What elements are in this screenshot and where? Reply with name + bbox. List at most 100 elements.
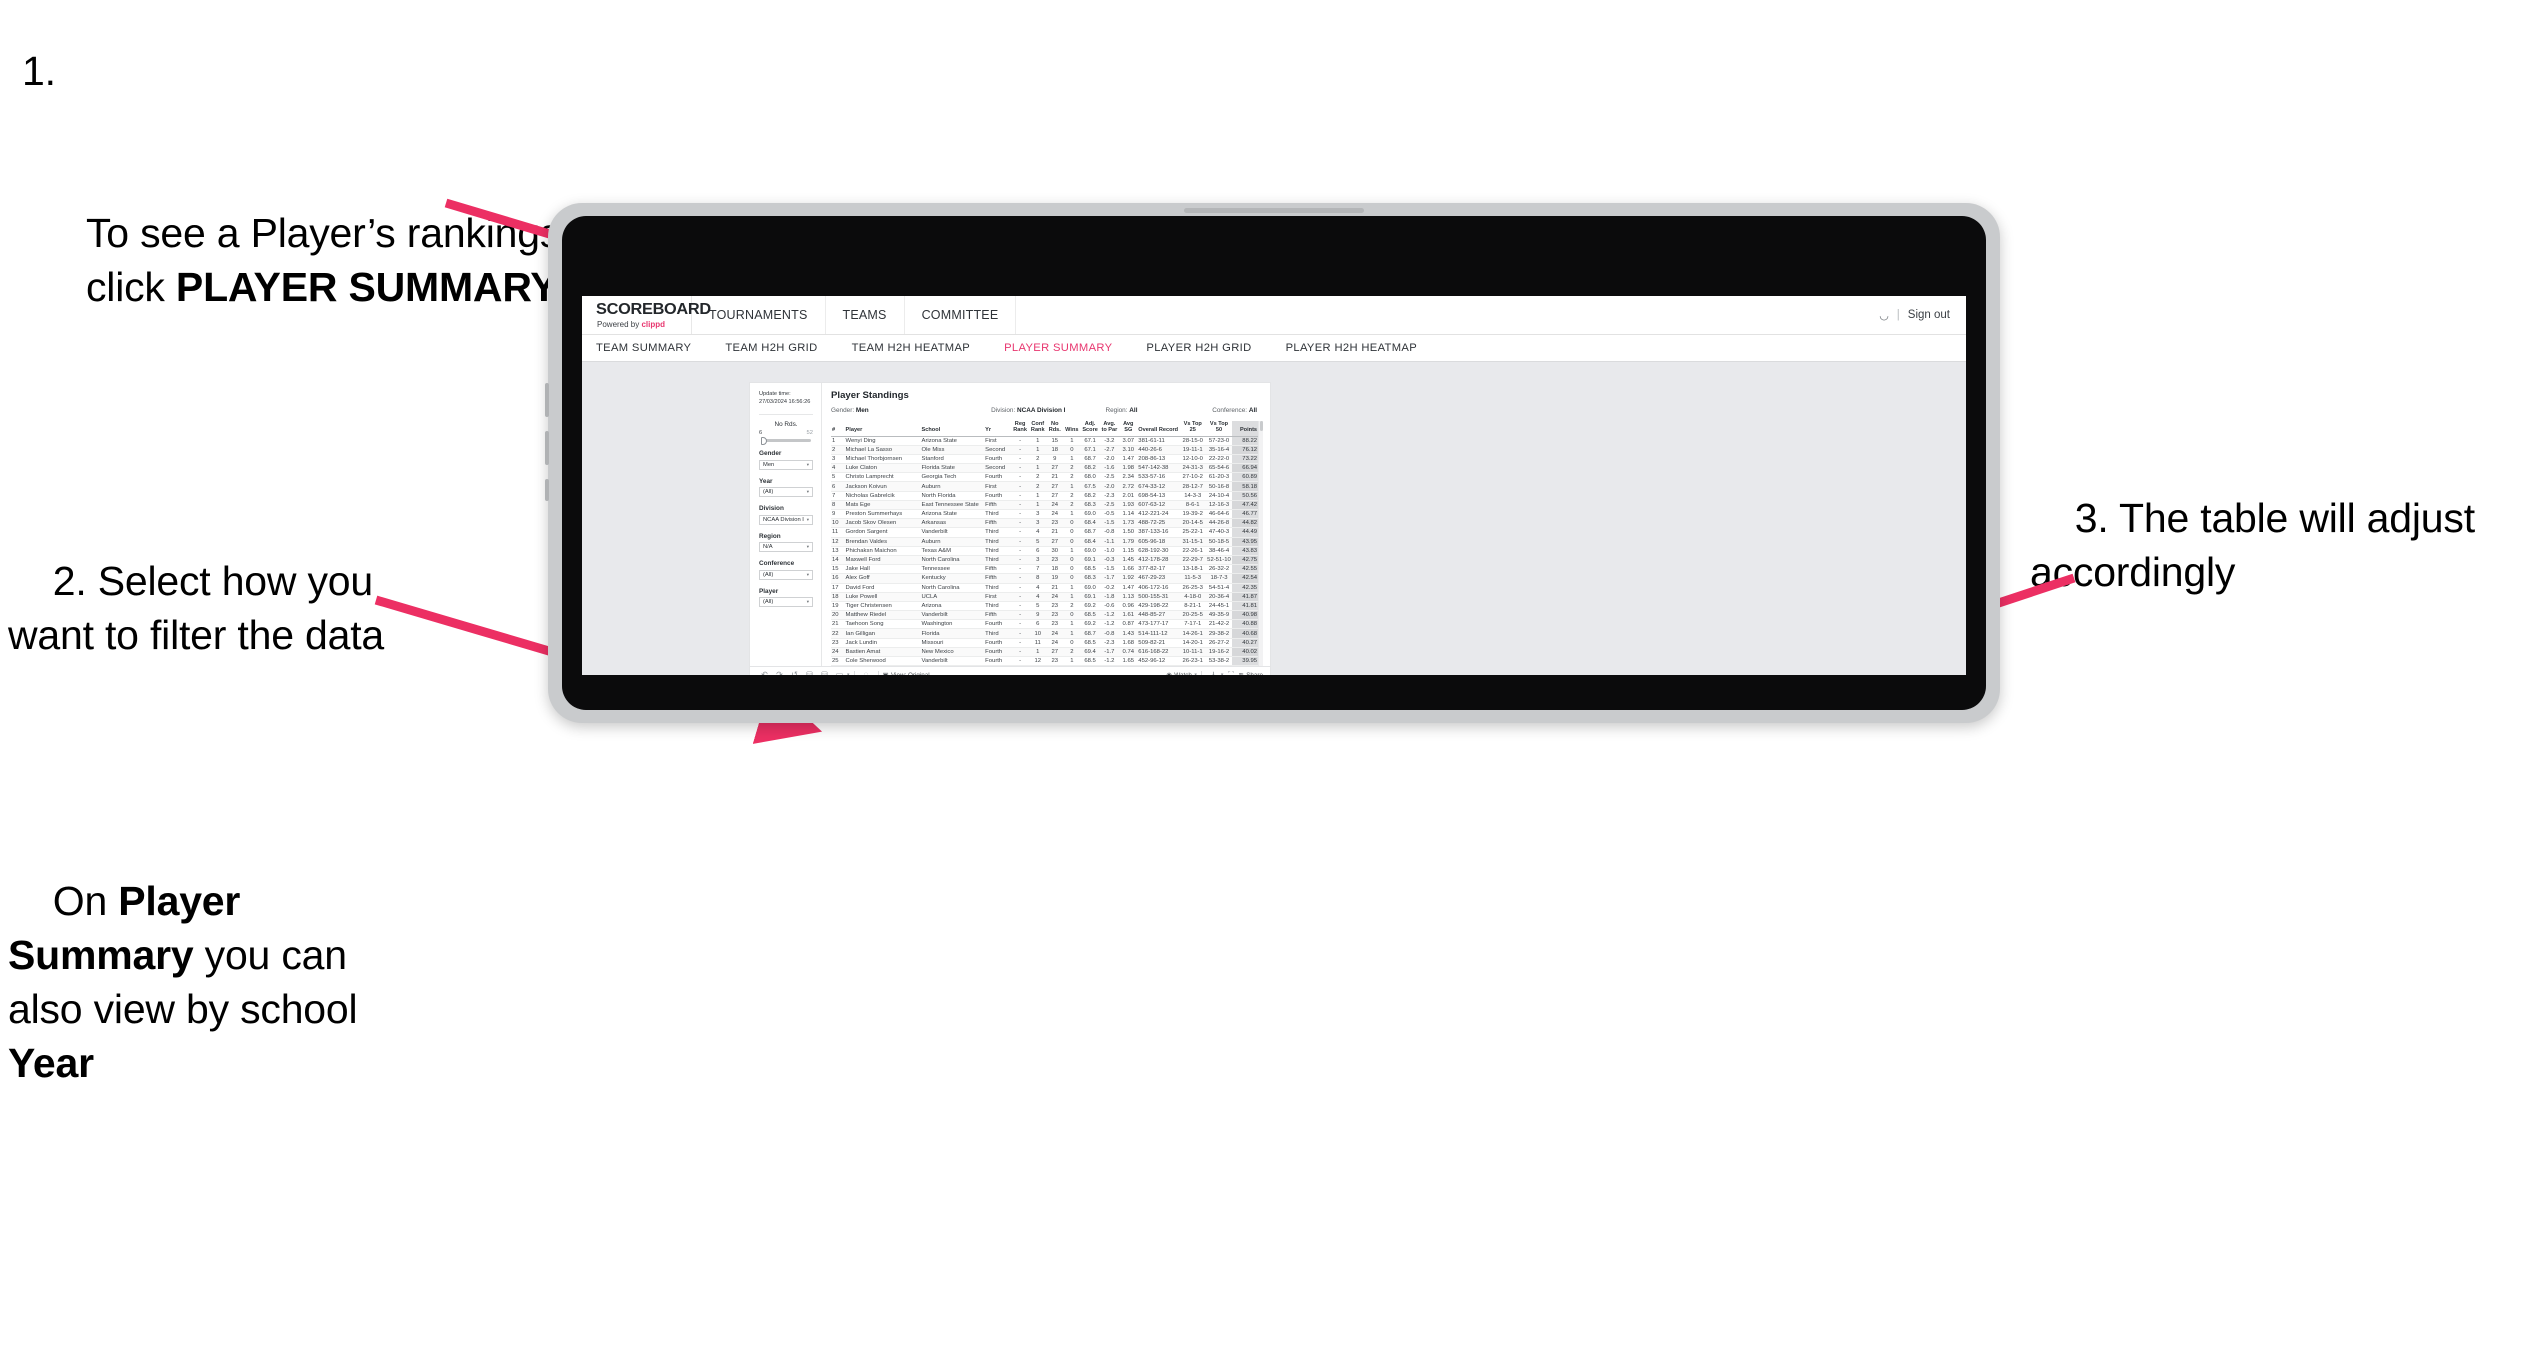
filter-conference-select[interactable]: (All) ▾ (759, 569, 813, 580)
cell-vs-top-50: 19-16-2 (1205, 647, 1233, 658)
refresh-icon[interactable]: ⛁ (802, 671, 817, 676)
table-row[interactable]: 6 Jackson Koivun Auburn First -2 27 1 67.5 -2.0 2… (831, 481, 1259, 492)
slider-track[interactable] (761, 436, 811, 445)
redo-icon[interactable]: ↷ (772, 671, 787, 676)
col-adj-score[interactable]: Adj. Score (1080, 421, 1100, 437)
account-icon[interactable]: ◡ (1879, 309, 1889, 322)
table-row[interactable]: 17 David Ford North Carolina Third -4 21 1 69.0… (831, 583, 1259, 593)
col-player[interactable]: Player (844, 421, 921, 437)
table-row[interactable]: 24 Bastien Amat New Mexico Fourth -1 27 2 69.4-… (831, 647, 1259, 658)
chevron-down-icon: ▾ (806, 516, 809, 522)
cell-adj-score: 68.5 (1080, 564, 1100, 575)
table-row[interactable]: 1 Wenyi Ding Arizona State First -1 15 1 67.1 -3… (831, 436, 1259, 446)
table-scrollbar-thumb[interactable] (1259, 421, 1264, 431)
table-row[interactable]: 9 Preston Summerhays Arizona State Third -3 2… (831, 509, 1259, 520)
col-rank[interactable]: # (831, 421, 845, 437)
col-no-rds[interactable]: No Rds. (1046, 421, 1063, 437)
cell-vs-top-50: 38-46-4 (1205, 546, 1233, 556)
filter-division-select[interactable]: NCAA Division I ▾ (759, 514, 813, 525)
table-row[interactable]: 15 Jake Hall Tennessee Fifth -7 18 0 68.5 -1.5 1.… (831, 564, 1259, 575)
table-row[interactable]: 25 Cole Sherwood Vanderbilt Fourth -12 23 1 68.… (831, 656, 1259, 667)
cell-vs-top-25: 26-23-1 (1179, 656, 1206, 667)
table-row[interactable]: 4 Luke Claton Florida State Second -1 27 2 68.2… (831, 463, 1259, 474)
device-layout-icon[interactable]: ▭ (832, 671, 847, 676)
table-row[interactable]: 16 Alex Goff Kentucky Fifth -8 19 0 68.3 -1.7 1.9… (831, 573, 1259, 584)
table-row[interactable]: 23 Jack Lundin Missouri Fourth -11 24 0 68.5 -2.… (831, 638, 1259, 648)
col-wins[interactable]: Wins (1063, 421, 1081, 437)
table-scrollbar[interactable] (1258, 421, 1264, 666)
sheet-body: Update time: 27/03/2024 16:56:26 No Rds.… (750, 383, 1270, 675)
table-row[interactable]: 3 Michael Thorbjornsen Stanford Fourth -2 9 1 6… (831, 454, 1259, 465)
nav-tab-committee[interactable]: COMMITTEE (905, 296, 1017, 334)
col-avg-sg[interactable]: Avg SG (1119, 421, 1138, 437)
col-points[interactable]: Points (1232, 421, 1259, 437)
cell-points: 41.87 (1232, 592, 1259, 602)
table-row[interactable]: 7 Nicholas Gabrelcik North Florida Fourth -1… (831, 491, 1259, 501)
cell-no-rds: 23 (1046, 601, 1063, 612)
cell-rank: 22 (831, 628, 845, 639)
cell-vs-top-50: 49-35-9 (1205, 610, 1233, 621)
cell-player: Mats Ege (844, 500, 921, 511)
table-row[interactable]: 2 Michael La Sasso Ole Miss Second -1 18 0 67.1… (831, 445, 1259, 455)
cell-school: Arizona State (920, 436, 985, 446)
table-row[interactable]: 19 Tiger Christensen Arizona Third -5 23 2 69.2… (831, 601, 1259, 612)
cell-adj-score: 69.0 (1080, 546, 1100, 556)
col-overall-record[interactable]: Overall Record (1137, 421, 1180, 437)
filter-year-select[interactable]: (All) ▾ (759, 487, 813, 498)
cell-school: Georgia Tech (920, 472, 985, 483)
view-original-button[interactable]: ▣ View: Original (883, 672, 930, 676)
table-row[interactable]: 20 Matthew Riedel Vanderbilt Fifth -9 23 0 68.5… (831, 610, 1259, 621)
cell-rank: 19 (831, 601, 845, 612)
col-yr[interactable]: Yr (984, 421, 1012, 437)
table-row[interactable]: 5 Christo Lamprecht Georgia Tech Fourth -2 21… (831, 472, 1259, 483)
globe-icon[interactable]: ◌ (859, 671, 874, 676)
nav-tab-tournaments[interactable]: TOURNAMENTS (692, 296, 826, 334)
cell-avg-sg: 1.66 (1119, 564, 1138, 575)
tab-player-summary[interactable]: PLAYER SUMMARY (987, 342, 1129, 354)
table-row[interactable]: 10 Jacob Skov Olesen Arkansas Fifth -3 23 0 68.… (831, 518, 1259, 529)
cell-rank: 25 (831, 656, 845, 667)
table-row[interactable]: 21 Taehoon Song Washington Fourth -6 23 1 69.2-… (831, 619, 1259, 630)
col-vs-top-50[interactable]: Vs Top 50 (1205, 421, 1233, 437)
filter-gender-select[interactable]: Men ▾ (759, 459, 813, 470)
slider-handle[interactable] (761, 436, 767, 445)
pause-icon[interactable]: ⛁ (817, 671, 832, 676)
cell-avg-sg: 3.07 (1119, 436, 1138, 446)
download-icon[interactable]: ⭳ (1206, 671, 1221, 676)
tab-team-h2h-heatmap[interactable]: TEAM H2H HEATMAP (835, 342, 988, 354)
tab-player-h2h-heatmap[interactable]: PLAYER H2H HEATMAP (1269, 342, 1434, 354)
cell-adj-score: 69.1 (1080, 592, 1100, 602)
undo-icon[interactable]: ↶ (757, 671, 772, 676)
filter-region-select[interactable]: N/A ▾ (759, 542, 813, 553)
sign-out-link[interactable]: Sign out (1908, 309, 1950, 321)
cell-avg-to-par: -0.8 (1099, 527, 1120, 538)
table-row[interactable]: 14 Maxwell Ford North Carolina Third -3 23 0 69… (831, 555, 1259, 566)
table-row[interactable]: 12 Brendan Valdes Auburn Third -5 27 0 68.4 -1.1… (831, 537, 1259, 547)
tab-player-h2h-grid[interactable]: PLAYER H2H GRID (1129, 342, 1268, 354)
filter-year-label: Year (759, 477, 773, 485)
cell-adj-score: 68.3 (1080, 573, 1100, 584)
tab-team-h2h-grid[interactable]: TEAM H2H GRID (708, 342, 834, 354)
filter-region: Region N/A ▾ (759, 533, 813, 553)
table-row[interactable]: 11 Gordon Sargent Vanderbilt Third -4 21 0 68.7… (831, 527, 1259, 538)
col-vs-top-25[interactable]: Vs Top 25 (1179, 421, 1206, 437)
table-row[interactable]: 8 Mats Ege East Tennessee State Fifth -1 24 2 6… (831, 500, 1259, 511)
col-avg-to-par[interactable]: Avg. to Par (1099, 421, 1120, 437)
cell-vs-top-25: 14-3-3 (1179, 491, 1206, 501)
tab-team-summary[interactable]: TEAM SUMMARY (596, 342, 708, 354)
col-reg-rank[interactable]: Reg Rank (1011, 421, 1029, 437)
cell-overall-record: 406-172-16 (1137, 583, 1180, 593)
watch-button[interactable]: ◉ Watch ▾ (1166, 672, 1197, 676)
fullscreen-icon[interactable]: ⛶ (1223, 671, 1238, 676)
table-row[interactable]: 18 Luke Powell UCLA First -4 24 1 69.1 -1.8 1.13 5… (831, 592, 1259, 602)
device-layout-caret[interactable]: ▾ (847, 672, 850, 675)
share-button[interactable]: ≋ Share (1238, 672, 1263, 676)
col-school[interactable]: School (920, 421, 985, 437)
slider-max-value: 52 (806, 430, 813, 437)
revert-icon[interactable]: ↺ (787, 671, 802, 676)
table-row[interactable]: 22 Ian Gilligan Florida Third -10 24 1 68.7 -0.8… (831, 628, 1259, 639)
col-conf-rank[interactable]: Conf Rank (1028, 421, 1047, 437)
table-row[interactable]: 13 Phichaksn Maichon Texas A&M Third -6 30 1 69… (831, 546, 1259, 556)
nav-tab-teams[interactable]: TEAMS (826, 296, 905, 334)
filter-player-select[interactable]: (All) ▾ (759, 597, 813, 608)
